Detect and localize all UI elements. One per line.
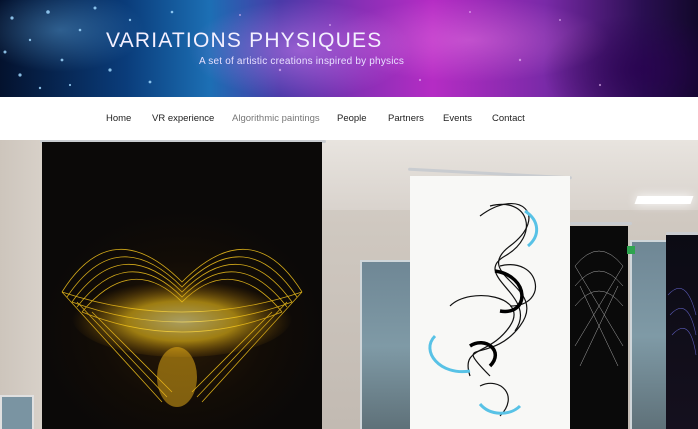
black-curves: [428, 203, 539, 417]
white-lattice-lines: [574, 250, 624, 367]
site-header: VARIATIONS PHYSIQUES A set of artistic c…: [0, 0, 698, 97]
blue-purple-curves: [667, 288, 697, 356]
hanging-rod: [570, 222, 632, 225]
exhibition-photo: [0, 140, 698, 429]
nav-people[interactable]: People: [337, 113, 367, 124]
nav-vr-experience[interactable]: VR experience: [152, 113, 214, 124]
nav-contact[interactable]: Contact: [492, 113, 525, 124]
nav-partners[interactable]: Partners: [388, 113, 424, 124]
nav-algorithmic-paintings[interactable]: Algorithmic paintings: [232, 113, 320, 124]
calligraphic-painting-banner: [410, 176, 570, 429]
nav-home[interactable]: Home: [106, 113, 131, 124]
golden-painting-banner: [42, 142, 322, 429]
gallery-window: [630, 240, 670, 429]
site-tagline: A set of artistic creations inspired by …: [199, 56, 405, 67]
site-title[interactable]: VARIATIONS PHYSIQUES: [106, 29, 382, 53]
gallery-wall: [0, 140, 45, 429]
dark-lattice-painting-banner: [570, 226, 628, 429]
main-navigation: Home VR experience Algorithmic paintings…: [0, 97, 698, 141]
nav-events[interactable]: Events: [443, 113, 472, 124]
far-right-painting-banner: [666, 235, 698, 429]
golden-light-curves: [61, 249, 303, 407]
gallery-window: [360, 260, 414, 429]
window-sign: [627, 246, 635, 254]
ceiling-light: [634, 196, 694, 204]
window-left-edge: [0, 395, 34, 429]
